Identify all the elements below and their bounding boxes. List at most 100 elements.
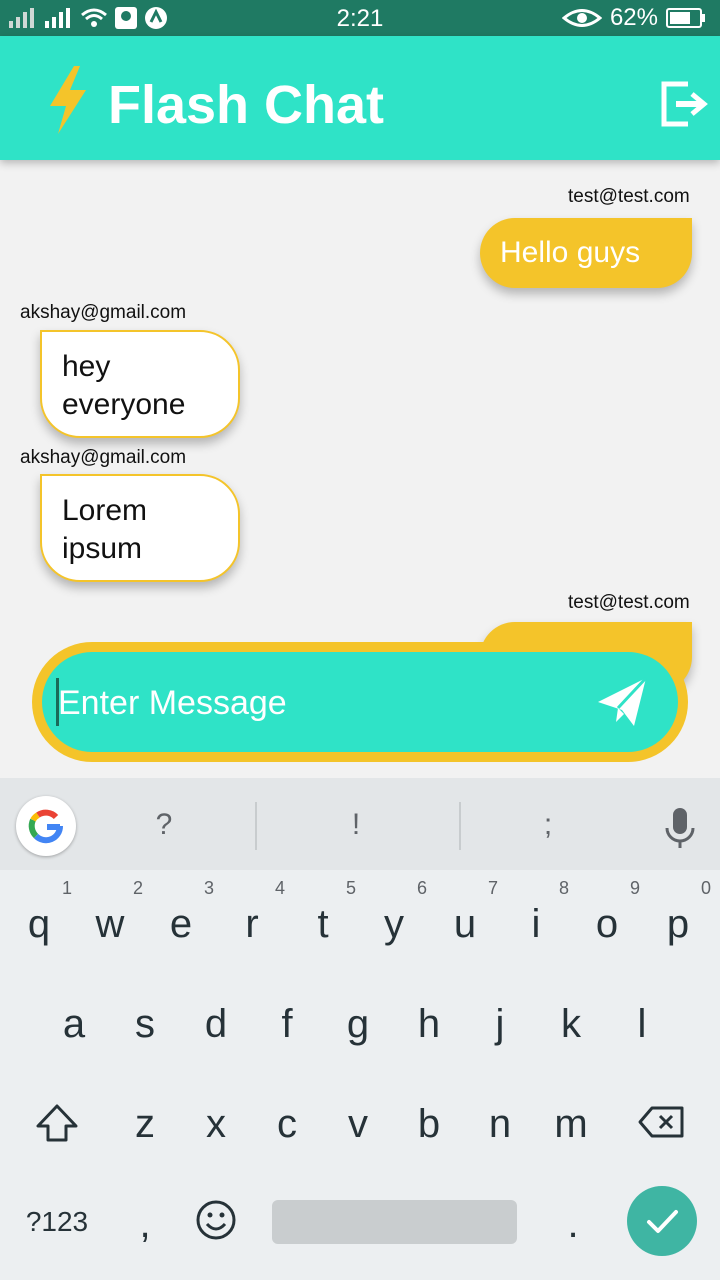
key-s[interactable]: s [110,982,180,1062]
key-b[interactable]: b [394,1082,464,1162]
key-h[interactable]: h [394,982,464,1062]
key-k[interactable]: k [536,982,606,1062]
suggestion-item[interactable]: ! [326,808,386,842]
key-hint: 3 [203,878,214,898]
key-label: j [495,1002,505,1046]
key-label: v [348,1102,368,1146]
key-x[interactable]: x [181,1082,251,1162]
key-label: a [62,1002,86,1046]
google-icon [28,809,64,844]
key-label: f [281,1002,293,1046]
key-label: ?123 [25,1206,89,1237]
key-c[interactable]: c [252,1082,322,1162]
key-u[interactable]: 7u [430,878,500,962]
key-n[interactable]: n [465,1082,535,1162]
app-bar: Flash Chat [0,36,720,160]
key-i[interactable]: 8i [501,878,571,962]
comma-key[interactable]: , [110,1182,180,1262]
suggestion-item[interactable]: ; [518,808,578,842]
suggestion-item[interactable]: ? [134,808,194,842]
status-bar: 2:21 62% [0,0,720,36]
key-label: m [554,1102,588,1146]
key-label: o [595,902,619,946]
key-hint: 4 [274,878,285,898]
key-label: c [277,1102,297,1146]
key-hint: 5 [345,878,356,898]
key-label: . [567,1202,579,1246]
key-label: n [488,1102,512,1146]
symbols-key[interactable]: ?123 [14,1182,100,1262]
shift-key[interactable] [22,1082,92,1162]
backspace-icon [638,1106,684,1138]
key-a[interactable]: a [39,982,109,1062]
key-y[interactable]: 6y [359,878,429,962]
key-f[interactable]: f [252,982,322,1062]
space-bar[interactable] [272,1200,517,1244]
text-cursor [56,678,59,726]
key-j[interactable]: j [465,982,535,1062]
key-m[interactable]: m [536,1082,606,1162]
lightning-bolt-icon [50,66,86,134]
enter-key[interactable] [627,1186,697,1256]
key-p[interactable]: 0p [643,878,713,962]
period-key[interactable]: . [538,1182,608,1262]
eye-icon [561,9,602,27]
key-label: b [417,1102,441,1146]
emoji-key[interactable] [181,1182,251,1262]
key-label: , [139,1202,151,1246]
key-label: g [346,1002,370,1046]
key-q[interactable]: 1q [4,878,74,962]
key-hint: 0 [700,878,711,898]
key-label: r [245,902,259,946]
shift-icon [36,1104,78,1142]
emoji-icon [196,1200,236,1240]
message-sender: akshay@gmail.com [20,447,187,468]
key-label: x [206,1102,226,1146]
key-d[interactable]: d [181,982,251,1062]
key-g[interactable]: g [323,982,393,1062]
key-hint: 7 [487,878,498,898]
backspace-key[interactable] [626,1082,696,1162]
key-hint: 1 [61,878,72,898]
key-label: k [561,1002,581,1046]
key-r[interactable]: 4r [217,878,287,962]
key-z[interactable]: z [110,1082,180,1162]
key-hint: 9 [629,878,640,898]
key-label: q [27,902,51,946]
key-label: w [95,902,125,946]
key-label: s [135,1002,155,1046]
keyboard: ? ! ; 1q 2w 3e 4r 5t 6y 7u 8i 9o 0p a s … [0,778,720,1280]
divider [255,802,257,850]
key-label: p [666,902,690,946]
google-button[interactable] [16,796,76,856]
key-o[interactable]: 9o [572,878,642,962]
message-bubble: hey everyone [40,330,240,438]
key-label: d [204,1002,228,1046]
check-icon [647,1210,678,1233]
message-sender: test@test.com [568,186,690,207]
key-e[interactable]: 3e [146,878,216,962]
logout-icon[interactable] [658,80,708,128]
key-label: i [531,902,541,946]
divider [459,802,461,850]
send-icon[interactable] [594,674,650,730]
status-icons-right: 62% [561,4,706,32]
key-v[interactable]: v [323,1082,393,1162]
key-t[interactable]: 5t [288,878,358,962]
message-bubble: Hello guys [480,218,692,288]
key-w[interactable]: 2w [75,878,145,962]
key-label: l [637,1002,647,1046]
key-label: t [317,902,329,946]
key-label: z [135,1102,155,1146]
message-sender: akshay@gmail.com [20,302,187,323]
key-hint: 6 [416,878,427,898]
key-l[interactable]: l [607,982,677,1062]
key-hint: 8 [558,878,569,898]
microphone-icon[interactable] [664,806,696,850]
key-label: h [417,1002,441,1046]
message-input[interactable] [56,670,580,736]
key-label: u [453,902,477,946]
battery-percent: 62% [609,4,658,31]
key-label: e [169,902,193,946]
suggestion-strip: ? ! ; [0,778,720,870]
